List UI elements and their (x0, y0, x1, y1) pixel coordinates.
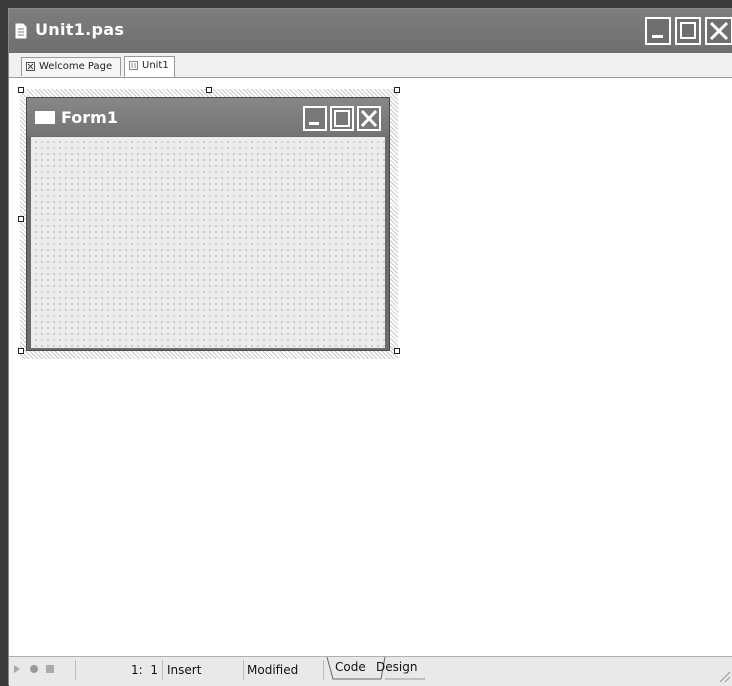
cursor-position: 1: 1 (77, 660, 163, 680)
tab-label: Unit1 (142, 60, 169, 71)
form1-window[interactable]: Form1 (26, 97, 390, 351)
tab-design[interactable]: Design (376, 657, 417, 679)
minimize-icon (309, 122, 319, 125)
form-title: Form1 (61, 108, 118, 127)
play-icon[interactable] (13, 664, 21, 674)
close-icon (360, 109, 378, 128)
editor-window: Unit1.pas Welcome Page Unit1 Form1 1: 1 … (8, 8, 732, 686)
maximize-icon (334, 110, 350, 127)
modified-status: Modified (247, 660, 324, 680)
close-icon (709, 21, 729, 41)
status-separator (57, 660, 76, 680)
page-tabs: Welcome Page Unit1 (9, 53, 732, 78)
edit-mode: Insert (167, 660, 244, 680)
resize-handle-bottom-right[interactable] (394, 348, 400, 354)
document-icon (15, 23, 27, 39)
resize-handle-top[interactable] (206, 87, 212, 93)
form-designer-area[interactable]: Form1 (9, 78, 732, 656)
tab-unit1[interactable]: Unit1 (124, 56, 175, 77)
tab-code[interactable]: Code (335, 657, 366, 679)
form-grid-icon (129, 61, 138, 70)
resize-handle-bottom-left[interactable] (18, 348, 24, 354)
form-maximize-button[interactable] (330, 106, 354, 131)
resize-handle-left[interactable] (18, 216, 24, 222)
minimize-button[interactable] (645, 17, 671, 45)
status-bar: 1: 1 Insert Modified Code Design (9, 656, 732, 686)
window-title: Unit1.pas (35, 20, 125, 39)
tab-label: Welcome Page (39, 61, 113, 72)
resize-handle-top-right[interactable] (394, 87, 400, 93)
form-caption-bar[interactable]: Form1 (27, 98, 389, 136)
record-icon[interactable] (29, 664, 39, 674)
resize-handle-top-left[interactable] (18, 87, 24, 93)
stop-icon[interactable] (45, 664, 55, 674)
close-button[interactable] (705, 17, 732, 45)
form-close-button[interactable] (357, 106, 381, 131)
resize-grip-icon[interactable] (717, 669, 731, 683)
tab-welcome-page[interactable]: Welcome Page (21, 57, 121, 76)
maximize-button[interactable] (675, 17, 701, 45)
form-window-icon (35, 111, 55, 124)
close-box-icon (26, 62, 35, 71)
minimize-icon (652, 35, 663, 38)
maximize-icon (680, 22, 696, 39)
window-titlebar[interactable]: Unit1.pas (9, 9, 732, 53)
form-client-area[interactable] (31, 137, 385, 348)
form-minimize-button[interactable] (303, 106, 327, 131)
